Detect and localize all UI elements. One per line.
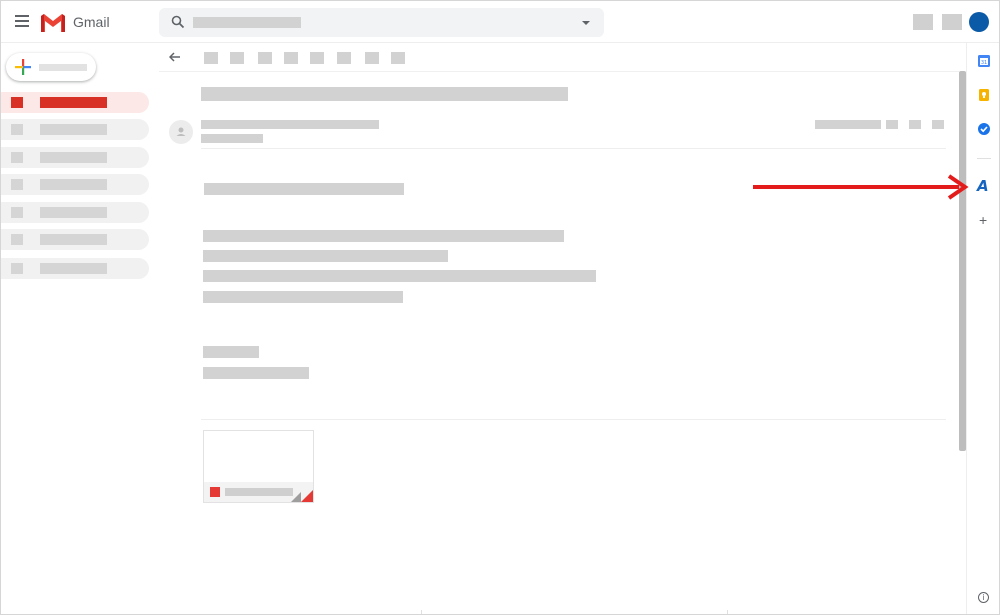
email-date [815, 120, 881, 129]
body-line-4 [203, 291, 403, 303]
sidebar-item-2[interactable] [1, 119, 149, 140]
sidebar-item-label [40, 179, 107, 190]
folder-icon [11, 263, 23, 274]
body-line-3 [203, 270, 596, 282]
scrollbar[interactable] [959, 71, 966, 451]
inbox-icon [11, 97, 23, 108]
sidebar-item-label [40, 97, 107, 108]
attachment-footer [204, 482, 313, 502]
sender-avatar [169, 120, 193, 144]
star-button[interactable] [886, 120, 898, 129]
gmail-window: Gmail 31 A + i [0, 0, 1000, 615]
sidebar-item-label [40, 124, 107, 135]
search-input[interactable] [193, 17, 301, 28]
delete-button[interactable] [258, 52, 272, 64]
search-icon[interactable] [171, 15, 185, 29]
email-subject [201, 87, 568, 101]
body-line-2 [203, 250, 448, 262]
sidebar-item-5[interactable] [1, 202, 149, 223]
sidebar-item-label [40, 234, 107, 245]
side-panel: 31 A + i [966, 43, 999, 614]
folder-icon [11, 179, 23, 190]
top-bar: Gmail [1, 1, 999, 43]
folder-icon [11, 234, 23, 245]
compose-label [39, 64, 87, 71]
keep-icon[interactable] [977, 88, 991, 102]
sidebar-item-label [40, 152, 107, 163]
file-corner-icon [301, 490, 313, 502]
calendar-day: 31 [981, 60, 987, 66]
bottom-tick [727, 610, 728, 614]
sidebar-item-label [40, 207, 107, 218]
compose-plus-icon [15, 59, 31, 75]
gmail-logo[interactable] [40, 13, 66, 33]
labels-button[interactable] [391, 52, 405, 64]
report-spam-button[interactable] [230, 52, 244, 64]
sidebar-item-4[interactable] [1, 174, 149, 195]
annotation-arrow [753, 174, 969, 200]
bottom-tick [421, 610, 422, 614]
page-fold-icon [291, 492, 301, 502]
sidebar-item-7[interactable] [1, 258, 149, 279]
reply-button[interactable] [909, 120, 921, 129]
search-bar[interactable] [159, 8, 604, 37]
apps-button[interactable] [942, 14, 962, 30]
arrow-back-icon[interactable] [169, 52, 181, 62]
pdf-icon [210, 487, 220, 497]
search-options-icon[interactable] [582, 21, 590, 25]
snooze-button[interactable] [310, 52, 324, 64]
body-line-1 [203, 230, 564, 242]
archive-button[interactable] [204, 52, 218, 64]
folder-icon [11, 124, 23, 135]
support-button[interactable] [913, 14, 933, 30]
header-divider [201, 148, 946, 149]
folder-icon [11, 207, 23, 218]
more-options-button[interactable] [932, 120, 944, 129]
info-icon[interactable]: i [978, 592, 989, 603]
tasks-icon[interactable] [977, 122, 991, 136]
attachments-divider [201, 419, 946, 420]
addon-a-icon[interactable]: A [977, 178, 989, 194]
person-icon [176, 127, 186, 136]
attachment-card[interactable] [203, 430, 314, 503]
add-to-tasks-button[interactable] [337, 52, 351, 64]
plus-icon[interactable]: + [979, 213, 987, 227]
calendar-icon[interactable]: 31 [977, 54, 991, 68]
signature-line-2 [203, 367, 309, 379]
sidebar-item-inbox[interactable] [1, 92, 149, 113]
sender-name [201, 120, 379, 129]
recipient-line [201, 134, 263, 143]
side-panel-divider [977, 158, 991, 159]
app-name[interactable]: Gmail [73, 14, 110, 30]
menu-icon[interactable] [15, 15, 29, 27]
sidebar-item-3[interactable] [1, 147, 149, 168]
body-greeting [204, 183, 404, 195]
sidebar-item-label [40, 263, 107, 274]
signature-line-1 [203, 346, 259, 358]
sidebar-item-6[interactable] [1, 229, 149, 250]
folder-icon [11, 152, 23, 163]
move-to-button[interactable] [365, 52, 379, 64]
compose-button[interactable] [6, 53, 96, 81]
account-avatar[interactable] [969, 12, 989, 32]
toolbar-divider [159, 71, 959, 72]
mark-unread-button[interactable] [284, 52, 298, 64]
attachment-name [225, 488, 293, 496]
